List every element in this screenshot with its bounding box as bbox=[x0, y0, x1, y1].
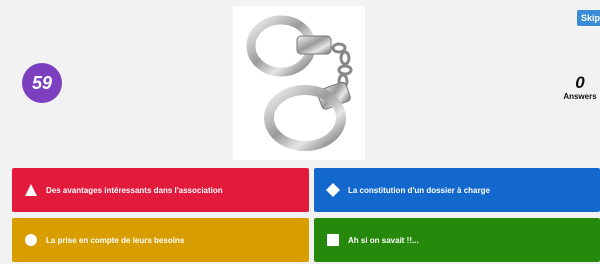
square-icon bbox=[326, 233, 340, 247]
answer-label: Ah si on savait !!... bbox=[348, 235, 419, 245]
timer-value: 59 bbox=[31, 72, 53, 93]
question-image-handcuffs bbox=[233, 6, 365, 160]
answer-option-triangle[interactable]: Des avantages intéressants dans l'associ… bbox=[12, 168, 309, 212]
answer-option-square[interactable]: Ah si on savait !!... bbox=[314, 218, 600, 262]
answer-label: La prise en compte de leurs besoins bbox=[46, 235, 185, 245]
answer-label: Des avantages intéressants dans l'associ… bbox=[46, 185, 223, 195]
answer-option-diamond[interactable]: La constitution d'un dossier à charge bbox=[314, 168, 600, 212]
answers-counter: 0 Answers bbox=[560, 74, 600, 102]
quiz-screen: 59 Skip 0 Answers Des avantages intéress… bbox=[0, 0, 600, 264]
skip-button-label: Skip bbox=[581, 13, 600, 23]
answer-option-circle[interactable]: La prise en compte de leurs besoins bbox=[12, 218, 309, 262]
answer-label: La constitution d'un dossier à charge bbox=[348, 185, 490, 195]
countdown-timer: 59 bbox=[22, 63, 62, 103]
circle-icon bbox=[24, 233, 38, 247]
answers-label: Answers bbox=[563, 92, 597, 101]
handcuffs-icon bbox=[246, 15, 353, 151]
triangle-icon bbox=[24, 183, 38, 197]
skip-button[interactable]: Skip bbox=[577, 10, 600, 26]
answers-count: 0 bbox=[575, 73, 585, 92]
diamond-icon bbox=[326, 183, 340, 197]
